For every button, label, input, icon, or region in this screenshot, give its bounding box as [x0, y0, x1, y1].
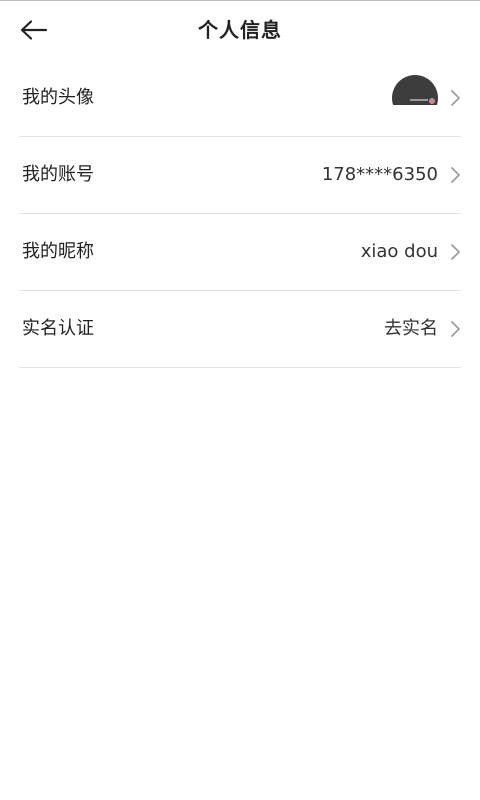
arrow-left-icon — [20, 20, 48, 40]
header-bar: 个人信息 — [0, 0, 480, 60]
row-divider — [19, 367, 461, 368]
row-label-account: 我的账号 — [22, 164, 94, 185]
row-value-realname: 去实名 — [384, 318, 438, 339]
page-title: 个人信息 — [198, 18, 282, 42]
row-nickname[interactable]: 我的昵称 xiao dou — [0, 214, 480, 291]
avatar — [392, 75, 438, 121]
chevron-right-icon — [451, 90, 460, 106]
chevron-right-icon — [451, 321, 460, 337]
avatar-image-detail — [410, 99, 428, 101]
back-button[interactable] — [14, 14, 54, 46]
row-avatar[interactable]: 我的头像 — [0, 60, 480, 137]
profile-info-screen: 个人信息 我的头像 我的账号 178****6350 我的昵称 xiao dou… — [0, 0, 480, 800]
avatar-image-accent — [429, 98, 435, 104]
row-label-avatar: 我的头像 — [22, 87, 94, 108]
chevron-right-icon — [451, 167, 460, 183]
chevron-right-icon — [451, 244, 460, 260]
row-value-nickname: xiao dou — [360, 241, 438, 262]
row-realname-verification[interactable]: 实名认证 去实名 — [0, 291, 480, 368]
row-label-realname: 实名认证 — [22, 318, 94, 339]
row-account[interactable]: 我的账号 178****6350 — [0, 137, 480, 214]
row-label-nickname: 我的昵称 — [22, 241, 94, 262]
info-list: 我的头像 我的账号 178****6350 我的昵称 xiao dou 实名认证… — [0, 60, 480, 368]
row-value-account: 178****6350 — [321, 164, 438, 185]
